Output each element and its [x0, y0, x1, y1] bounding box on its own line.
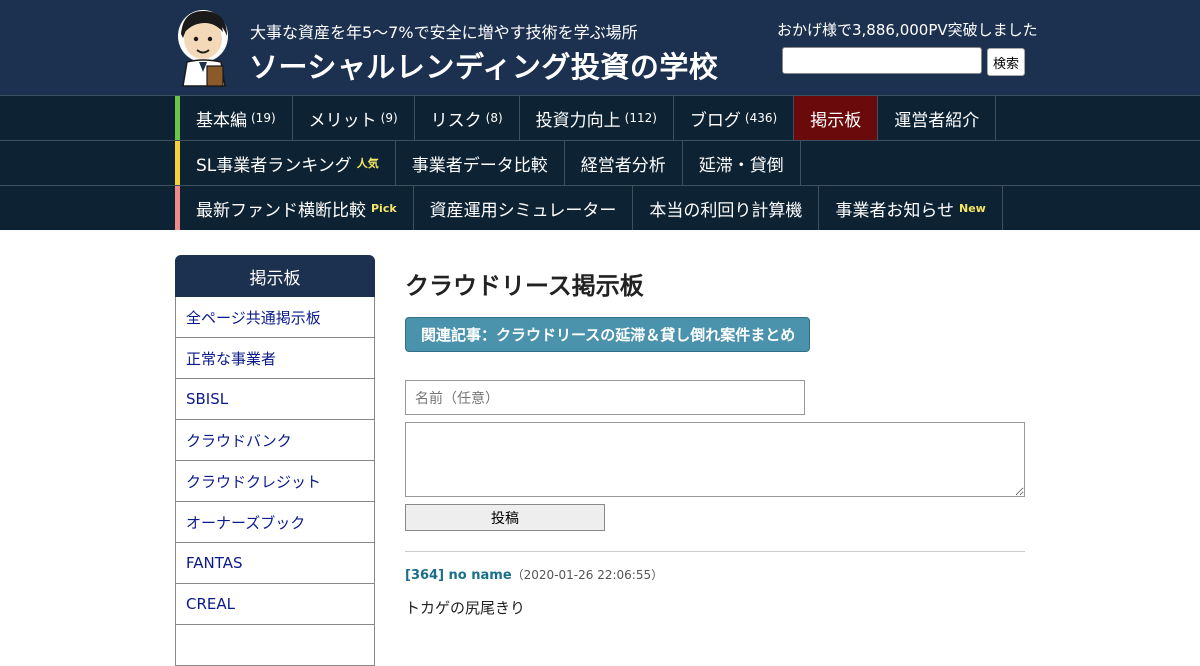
post-date: （2020-01-26 22:06:55）: [511, 568, 664, 582]
nav-count: (112): [624, 111, 657, 125]
search-input[interactable]: [782, 47, 982, 74]
site-tagline: 大事な資産を年5～7%で安全に増やす技術を学ぶ場所: [250, 23, 638, 42]
nav-label: 基本編: [196, 110, 247, 131]
name-input[interactable]: [405, 380, 805, 415]
nav-label: 資産運用シミュレーター: [429, 200, 617, 221]
popular-tag: 人気: [356, 157, 379, 170]
site-title[interactable]: ソーシャルレンディング投資の学校: [249, 44, 718, 86]
page-title: クラウドリース掲示板: [405, 272, 644, 300]
related-article-button[interactable]: 関連記事：クラウドリースの延滞＆貸し倒れ案件まとめ: [405, 317, 810, 352]
nav-count: (8): [485, 111, 503, 125]
site-header: 大事な資産を年5～7%で安全に増やす技術を学ぶ場所 ソーシャルレンディング投資の…: [0, 0, 1200, 95]
nav-label: 本当の利回り計算機: [649, 200, 803, 221]
nav-label: リスク: [430, 110, 482, 131]
nav-label: 事業者データ比較: [411, 155, 548, 176]
nav-item-investment-skills[interactable]: 投資力向上 (112): [520, 96, 674, 140]
nav-count: (436): [744, 111, 778, 125]
nav-label: 延滞・貸倒: [698, 155, 784, 176]
post-button[interactable]: 投稿: [405, 504, 605, 531]
nav-label: 事業者お知らせ: [835, 200, 955, 221]
sidebar-item-sbisl[interactable]: SBISL: [175, 379, 375, 420]
sidebar-item-fantas[interactable]: FANTAS: [175, 543, 375, 584]
pick-tag: Pick: [371, 201, 397, 215]
nav-label: 運営者紹介: [894, 110, 980, 131]
nav-label: メリット: [308, 110, 377, 131]
post-meta: [364] no name（2020-01-26 22:06:55）: [405, 566, 663, 583]
sidebar-item-crowdbank[interactable]: クラウドバンク: [175, 420, 375, 461]
nav-count: (19): [251, 111, 276, 125]
nav-item-yield-calculator[interactable]: 本当の利回り計算機: [633, 186, 820, 230]
nav-item-about-operator[interactable]: 運営者紹介: [878, 96, 997, 140]
sidebar-item-next[interactable]: [175, 625, 375, 666]
search-button[interactable]: 検索: [987, 48, 1025, 76]
nav-item-basics[interactable]: 基本編 (19): [180, 96, 293, 140]
nav-item-risks[interactable]: リスク (8): [415, 96, 520, 140]
nav-item-blog[interactable]: ブログ (436): [674, 96, 795, 140]
sidebar-item-normal-operators[interactable]: 正常な事業者: [175, 338, 375, 379]
nav-item-operator-news[interactable]: 事業者お知らせ New: [819, 186, 1003, 230]
comment-textarea[interactable]: [405, 422, 1025, 497]
nav-item-fund-comparison[interactable]: 最新ファンド横断比較 Pick: [180, 186, 414, 230]
sidebar-title: 掲示板: [175, 255, 375, 297]
nav-item-operator-data[interactable]: 事業者データ比較: [396, 141, 565, 185]
post-body: トカゲの尻尾きり: [405, 599, 526, 617]
nav-item-executive-analysis[interactable]: 経営者分析: [565, 141, 683, 185]
pageview-counter: おかげ様で3,886,000PV突破しました: [777, 21, 1038, 39]
sidebar-item-creal[interactable]: CREAL: [175, 584, 375, 625]
sidebar-item-common-board[interactable]: 全ページ共通掲示板: [175, 297, 375, 338]
nav-count: (9): [380, 111, 398, 125]
nav-item-asset-simulator[interactable]: 資産運用シミュレーター: [414, 186, 634, 230]
nav-item-merits[interactable]: メリット (9): [293, 96, 415, 140]
sidebar-item-ownersbook[interactable]: オーナーズブック: [175, 502, 375, 543]
nav-item-bulletin-board[interactable]: 掲示板: [794, 96, 879, 140]
nav-label: 投資力向上: [535, 110, 621, 131]
nav-label: 経営者分析: [580, 155, 666, 176]
mascot-logo-icon[interactable]: [175, 6, 235, 88]
nav-label: 最新ファンド横断比較: [196, 200, 366, 221]
nav-label: ブログ: [689, 110, 741, 131]
sidebar-item-crowdcredit[interactable]: クラウドクレジット: [175, 461, 375, 502]
nav-row-1: 基本編 (19) メリット (9) リスク (8) 投資力向上 (112) ブログ (43…: [0, 95, 1200, 140]
new-tag: New: [959, 201, 986, 215]
nav-item-default-delinquency[interactable]: 延滞・貸倒: [683, 141, 801, 185]
divider: [405, 551, 1025, 552]
nav-label: 掲示板: [810, 110, 862, 131]
nav-row-2: SL事業者ランキング 人気 事業者データ比較 経営者分析 延滞・貸倒: [0, 140, 1200, 185]
nav-label: SL事業者ランキング: [196, 155, 352, 176]
post-author[interactable]: [364] no name: [405, 568, 512, 583]
nav-row-3: 最新ファンド横断比較 Pick 資産運用シミュレーター 本当の利回り計算機 事業者…: [0, 185, 1200, 230]
nav-item-sl-ranking[interactable]: SL事業者ランキング 人気: [180, 141, 396, 185]
sidebar: 掲示板 全ページ共通掲示板 正常な事業者 SBISL クラウドバンク クラウドク…: [175, 255, 375, 666]
